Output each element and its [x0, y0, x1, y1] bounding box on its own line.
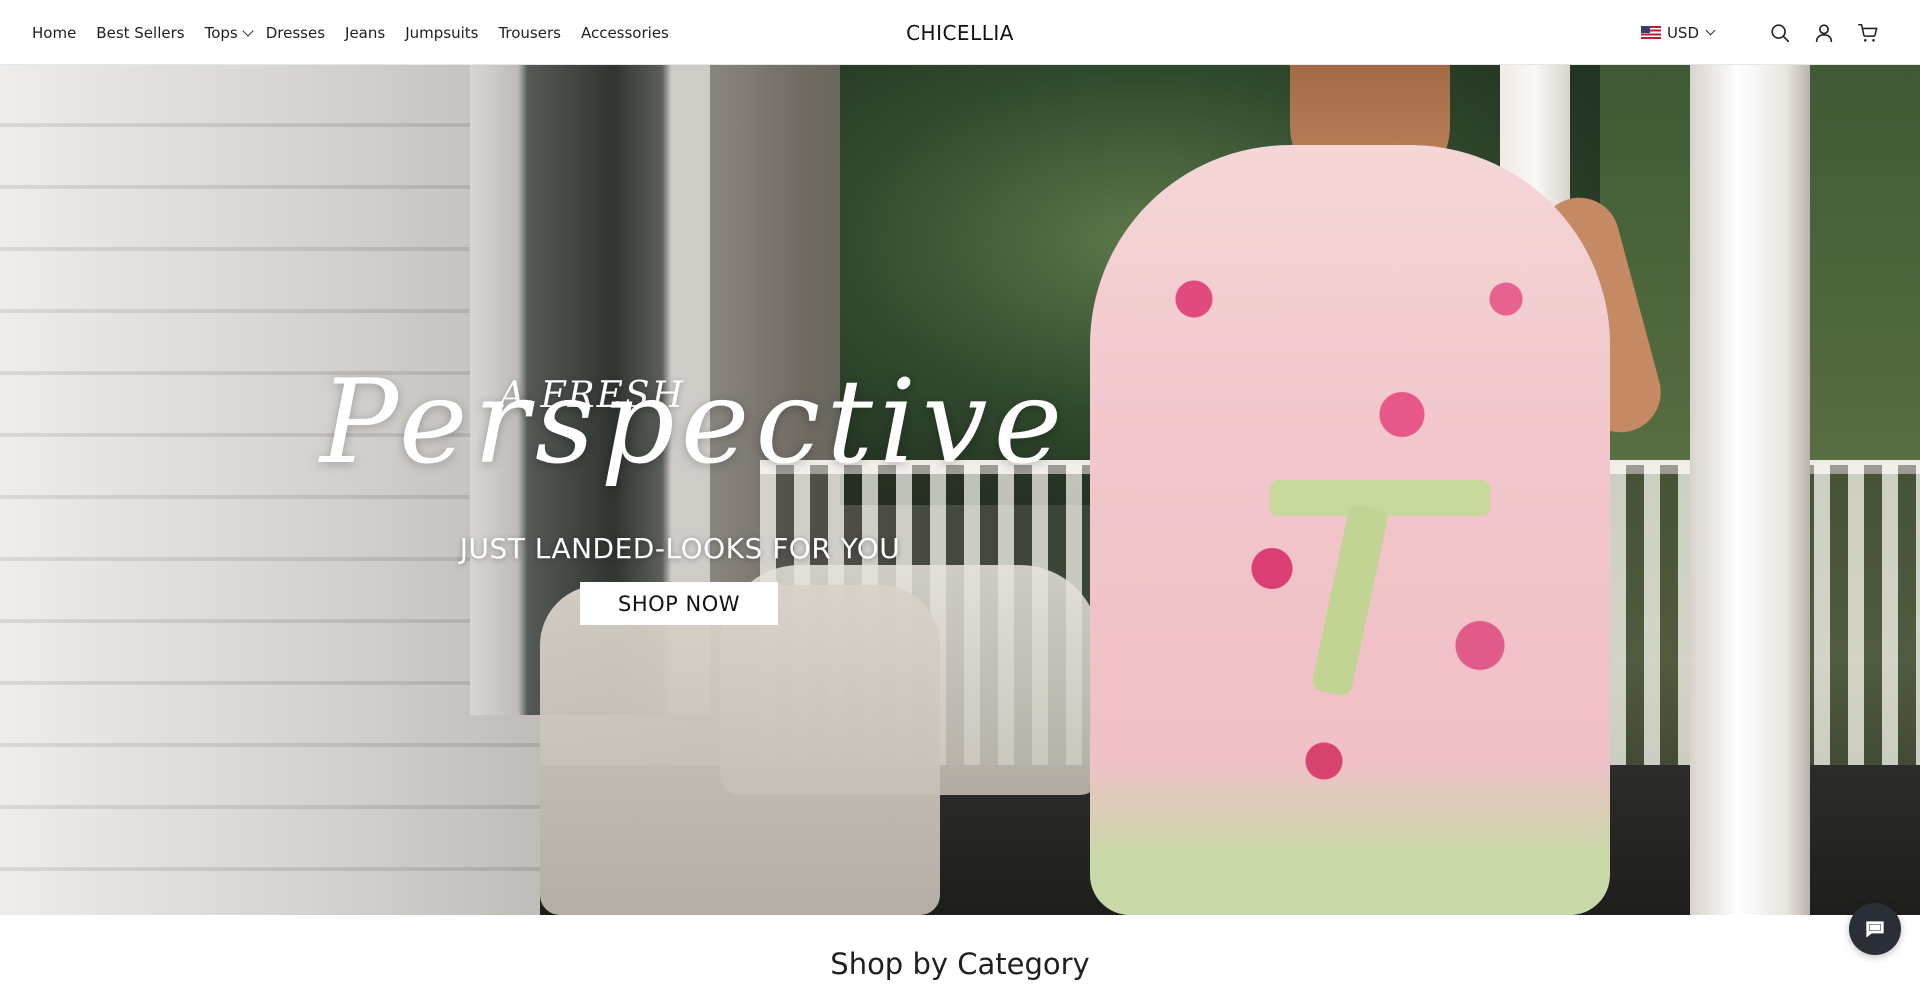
site-header: Home Best Sellers Tops Dresses Jeans Jum…	[0, 0, 1920, 65]
nav-tops-label: Tops	[204, 23, 238, 42]
currency-selector[interactable]: USD	[1640, 23, 1716, 42]
nav-tops[interactable]: Tops	[204, 23, 254, 42]
nav-accessories-label: Accessories	[580, 23, 669, 42]
nav-jeans-label: Jeans	[345, 23, 386, 42]
nav-dresses[interactable]: Dresses	[266, 24, 325, 42]
cart-button[interactable]	[1856, 21, 1880, 45]
header-tools: USD	[1640, 0, 1880, 65]
account-button[interactable]	[1812, 21, 1836, 45]
nav-jumpsuits-label: Jumpsuits	[405, 23, 479, 42]
nav-accessories[interactable]: Accessories	[581, 24, 669, 42]
hero-bg-post	[1690, 65, 1810, 915]
search-button[interactable]	[1768, 21, 1792, 45]
nav-home-label: Home	[32, 23, 77, 42]
cart-icon	[1858, 23, 1878, 42]
chat-icon	[1866, 921, 1884, 938]
shop-now-button[interactable]: SHOP NOW	[580, 582, 778, 625]
nav-jumpsuits[interactable]: Jumpsuits	[405, 24, 478, 42]
hero-bg-siding	[0, 65, 540, 915]
hero-subtitle: JUST LANDED-LOOKS FOR YOU	[459, 532, 901, 565]
chat-button[interactable]	[1849, 903, 1901, 955]
nav-best-sellers-label: Best Sellers	[96, 23, 185, 42]
nav-best-sellers[interactable]: Best Sellers	[96, 24, 184, 42]
nav-trousers[interactable]: Trousers	[498, 24, 561, 42]
currency-label: USD	[1666, 23, 1699, 42]
us-flag-icon	[1640, 26, 1661, 39]
section-title: Shop by Category	[830, 947, 1090, 981]
nav-home[interactable]: Home	[32, 24, 76, 42]
account-icon	[1815, 23, 1833, 42]
nav-jeans[interactable]: Jeans	[345, 24, 385, 42]
store-logo[interactable]: CHICELLIA	[906, 21, 1014, 45]
hero-bg-chair	[540, 585, 940, 915]
chevron-down-icon	[242, 24, 254, 37]
search-icon	[1771, 23, 1790, 42]
main-nav: Home Best Sellers Tops Dresses Jeans Jum…	[32, 0, 689, 65]
hero-title-script: Perspective	[320, 355, 1069, 490]
nav-trousers-label: Trousers	[498, 23, 561, 42]
nav-dresses-label: Dresses	[265, 23, 326, 42]
hero-banner[interactable]: A FRESH Perspective JUST LANDED-LOOKS FO…	[0, 65, 1920, 915]
chevron-down-icon	[1705, 25, 1716, 36]
